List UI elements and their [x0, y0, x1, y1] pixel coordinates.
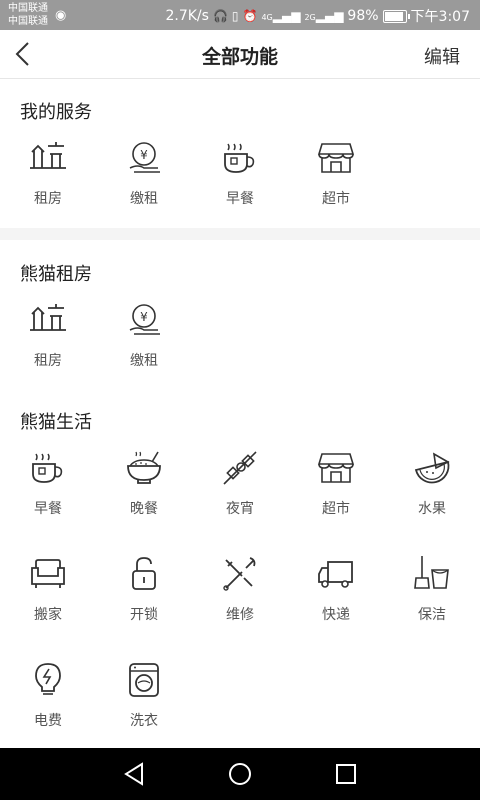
- service-label: 超市: [322, 191, 350, 207]
- store-icon: [317, 143, 355, 173]
- service-item[interactable]: 租房: [0, 138, 96, 228]
- signal-2-label: 2G: [304, 13, 316, 22]
- store-icon: [317, 453, 355, 483]
- lightbulb-icon: [35, 663, 61, 695]
- service-item[interactable]: 夜宵: [192, 448, 288, 538]
- carrier-1: 中国联通: [8, 3, 48, 14]
- battery-fill: [384, 11, 403, 21]
- battery-percent: 98%: [347, 8, 379, 24]
- breakfast-cup-icon: [224, 143, 255, 173]
- service-item[interactable]: 维修: [192, 554, 288, 644]
- service-label: 电费: [34, 713, 62, 729]
- section-title-panda-rent: 熊猫租房: [20, 264, 92, 285]
- service-item[interactable]: 快递: [288, 554, 384, 644]
- service-label: 保洁: [418, 607, 446, 623]
- carrier-labels: 中国联通 中国联通: [8, 2, 48, 28]
- tools-icon: [223, 557, 256, 591]
- section-title-my-services: 我的服务: [20, 102, 92, 123]
- service-label: 缴租: [130, 191, 158, 207]
- svg-text:¥: ¥: [140, 310, 148, 324]
- status-bar: 中国联通 中国联通 ◉ 2.7K/s 🎧 ▯ ⏰ 4G▂▄▆ 2G▂▄▆ 98%…: [0, 0, 480, 30]
- service-label: 租房: [34, 191, 62, 207]
- vibrate-icon: ▯: [231, 9, 239, 23]
- service-item[interactable]: 保洁: [384, 554, 480, 644]
- service-item[interactable]: 开锁: [96, 554, 192, 644]
- page-title: 全部功能: [201, 46, 278, 68]
- house-icon: [30, 142, 66, 169]
- house-icon: [30, 304, 66, 331]
- rent-payment-icon: ¥: [129, 142, 160, 173]
- signal-1-label: 4G: [261, 13, 273, 22]
- truck-icon: [318, 561, 353, 588]
- service-item[interactable]: 超市: [288, 448, 384, 538]
- service-label: 快递: [322, 607, 350, 623]
- service-item[interactable]: 租房: [0, 300, 96, 390]
- service-item[interactable]: 水果: [384, 448, 480, 538]
- carrier-2: 中国联通: [8, 16, 48, 27]
- mop-bucket-icon: [414, 556, 449, 589]
- service-label: 早餐: [226, 191, 254, 207]
- signal-2g-icon: 2G▂▄▆: [304, 9, 344, 23]
- service-item[interactable]: 晚餐: [96, 448, 192, 538]
- washing-machine-icon: [129, 663, 159, 697]
- service-item[interactable]: 超市: [288, 138, 384, 228]
- circle-home-icon[interactable]: [226, 760, 254, 788]
- service-label: 洗衣: [130, 713, 158, 729]
- service-label: 维修: [226, 607, 254, 623]
- skewer-icon: [223, 451, 257, 485]
- service-label: 水果: [418, 501, 446, 517]
- alarm-icon: ⏰: [242, 9, 258, 23]
- status-indicators: 2.7K/s 🎧 ▯ ⏰ 4G▂▄▆ 2G▂▄▆ 98% 下午3:07: [165, 6, 470, 26]
- battery-icon: [382, 9, 410, 23]
- sofa-icon: [31, 559, 65, 588]
- service-label: 搬家: [34, 607, 62, 623]
- svg-text:¥: ¥: [140, 148, 148, 162]
- service-item[interactable]: 早餐: [192, 138, 288, 228]
- service-item[interactable]: 洗衣: [96, 660, 192, 750]
- service-label: 开锁: [130, 607, 158, 623]
- service-label: 缴租: [130, 353, 158, 369]
- edit-button[interactable]: 编辑: [424, 43, 460, 69]
- service-label: 夜宵: [226, 501, 254, 517]
- unlock-icon: [132, 557, 156, 590]
- section-title-panda-life: 熊猫生活: [20, 412, 92, 433]
- nav-bar: 全部功能 编辑: [0, 30, 480, 79]
- service-label: 早餐: [34, 501, 62, 517]
- service-label: 晚餐: [130, 501, 158, 517]
- section-divider: [0, 228, 480, 240]
- rent-payment-icon: ¥: [129, 304, 160, 335]
- service-item[interactable]: ¥ 缴租: [96, 300, 192, 390]
- dinner-bowl-icon: [127, 451, 161, 484]
- signal-4g-icon: 4G▂▄▆: [261, 9, 301, 23]
- service-item[interactable]: ¥ 缴租: [96, 138, 192, 228]
- service-label: 租房: [34, 353, 62, 369]
- service-item[interactable]: 搬家: [0, 554, 96, 644]
- system-navigation-bar: [0, 748, 480, 800]
- watermelon-icon: [414, 452, 450, 484]
- network-speed: 2.7K/s: [165, 8, 209, 24]
- service-item[interactable]: 电费: [0, 660, 96, 750]
- triangle-back-icon[interactable]: [120, 760, 148, 788]
- breakfast-cup-icon: [32, 453, 63, 483]
- service-item[interactable]: 早餐: [0, 448, 96, 538]
- square-recent-icon[interactable]: [332, 760, 360, 788]
- headphone-icon: 🎧: [212, 9, 228, 23]
- hotspot-icon: ◉: [55, 8, 67, 23]
- clock: 下午3:07: [410, 9, 470, 25]
- service-label: 超市: [322, 501, 350, 517]
